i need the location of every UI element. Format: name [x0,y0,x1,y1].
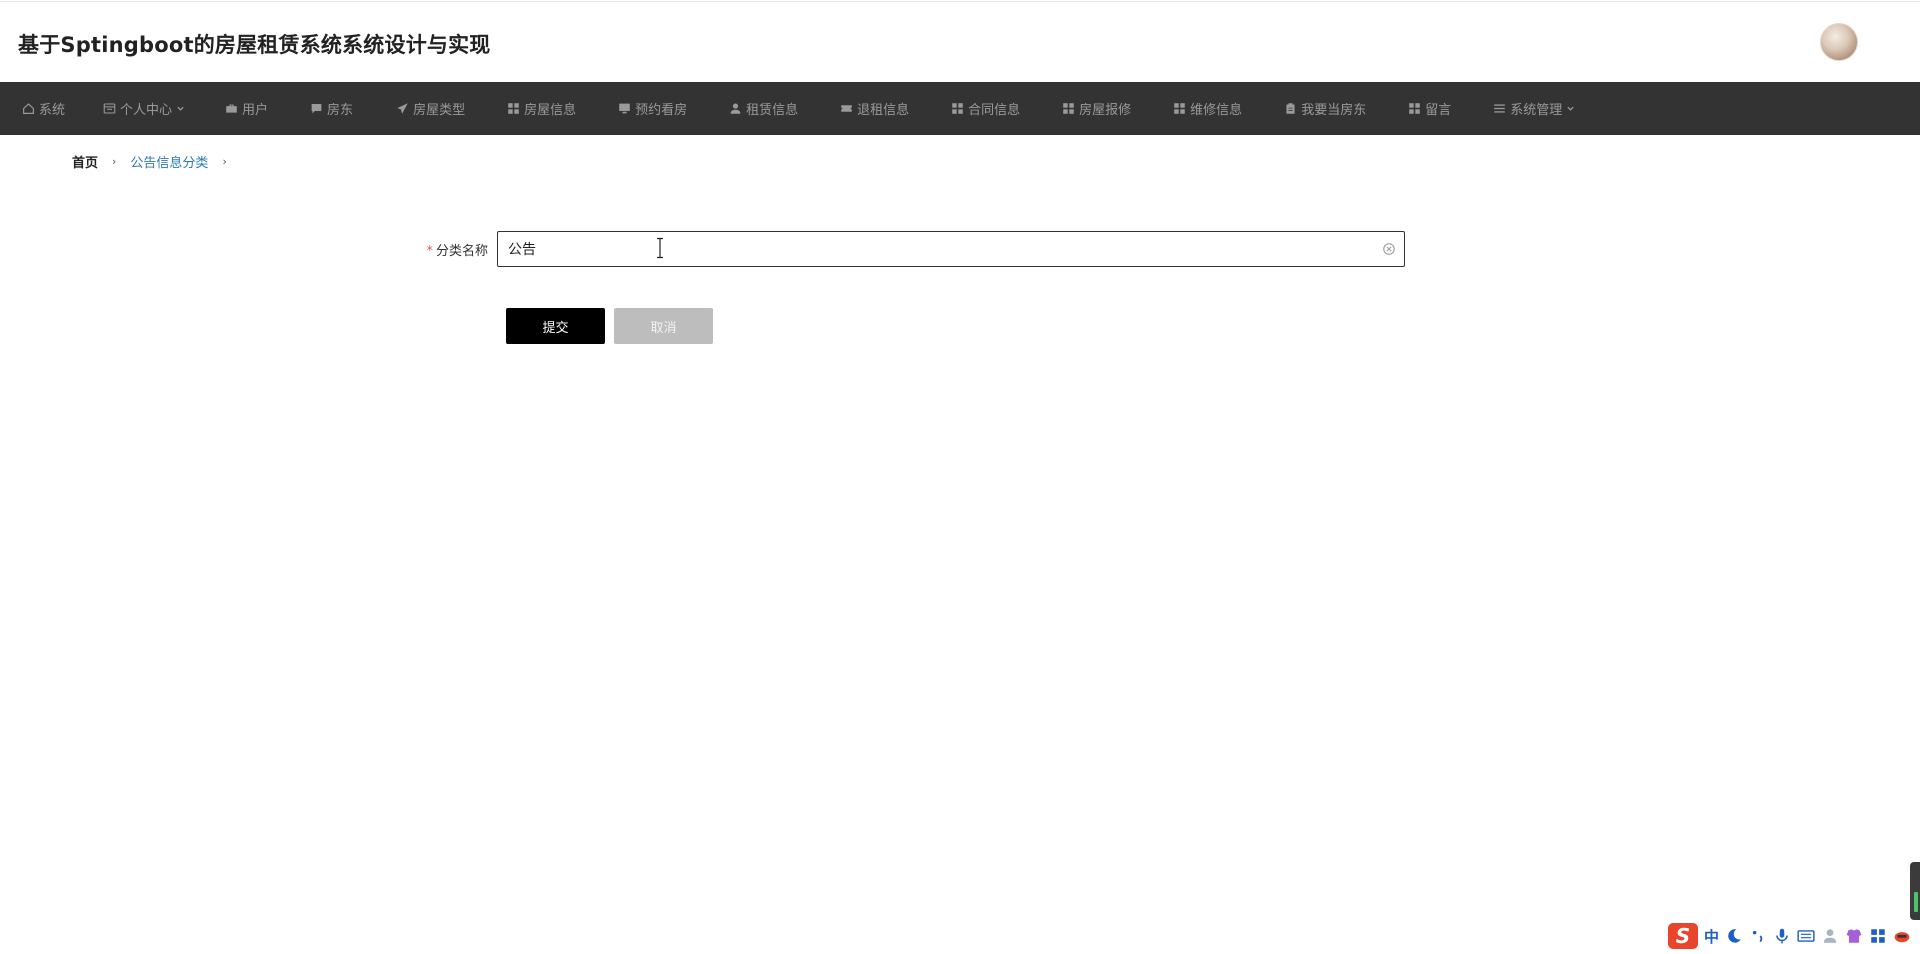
user-icon[interactable] [1821,927,1839,945]
nav-item-viewing-appointment[interactable]: 预约看房 [618,82,687,135]
sogou-logo-icon[interactable]: S [1668,923,1698,949]
breadcrumb-home[interactable]: 首页 [72,152,98,171]
nav-item-landlord[interactable]: 房东 [310,82,353,135]
cancel-button[interactable]: 取消 [614,308,713,344]
nav-item-label: 房屋类型 [413,103,466,118]
nav-item-label: 房屋信息 [524,103,577,118]
grid-icon [952,103,963,114]
grid-icon [1174,103,1185,114]
category-name-input[interactable] [498,232,1404,266]
category-name-label-text: 分类名称 [435,243,488,259]
nav-item-label: 系统 [39,103,66,118]
nav-item-label: 系统管理 [1510,103,1563,118]
ime-mode-toggle[interactable]: 中 [1704,926,1719,947]
microphone-icon[interactable] [1773,927,1791,945]
nav-item-become-landlord[interactable]: 我要当房东 [1284,82,1366,135]
nav-item-contract-info[interactable]: 合同信息 [951,82,1020,135]
nav-item-label: 维修信息 [1190,103,1243,118]
send-icon [397,103,408,114]
breadcrumb-current[interactable]: 公告信息分类 [130,152,208,171]
clear-icon[interactable] [1382,242,1396,256]
app-title: 基于Sptingboot的房屋租赁系统系统设计与实现 [18,33,491,57]
nav-item-system[interactable]: 系统 [22,82,65,135]
nav-item-users[interactable]: 用户 [225,82,268,135]
chat-icon [311,104,322,114]
app-header: 基于Sptingboot的房屋租赁系统系统设计与实现 [0,1,1920,81]
submit-button[interactable]: 提交 [506,308,605,344]
nav-item-house-info[interactable]: 房屋信息 [507,82,576,135]
category-name-label: * 分类名称 [420,240,497,259]
home-icon [23,103,34,114]
ticket-icon [841,105,852,112]
nav-item-repair-request[interactable]: 房屋报修 [1062,82,1131,135]
chevron-down-icon [1567,106,1574,111]
nav-item-house-type[interactable]: 房屋类型 [396,82,465,135]
nav-item-label: 房东 [327,103,354,118]
nav-item-label: 房屋报修 [1079,103,1132,118]
briefcase-icon [226,104,237,113]
nav-item-rental-info[interactable]: 租赁信息 [729,82,798,135]
nav-item-messages[interactable]: 留言 [1408,82,1451,135]
breadcrumb-separator: › [222,155,227,168]
moon-icon[interactable] [1725,927,1743,945]
chevron-down-icon [177,106,184,111]
nav-item-label: 预约看房 [635,103,688,118]
grid-icon [508,103,519,114]
nav-item-personal-center[interactable]: 个人中心 [103,82,185,135]
person-icon [730,103,741,114]
nav-item-label: 合同信息 [968,103,1021,118]
user-avatar[interactable] [1820,23,1858,61]
mascot-icon[interactable] [1893,927,1911,945]
nav-item-label: 个人中心 [120,103,173,118]
grid-icon [1409,103,1420,114]
ime-toolbar: S 中 [1668,922,1911,950]
category-name-input-wrap [497,231,1405,267]
main-navbar: 系统 个人中心 用户 房东 房屋类型 房屋信息 预约看房 租赁信息 退租信息 合… [0,82,1920,135]
clipboard-icon [1286,103,1295,114]
text-cursor-icon [657,237,663,259]
keyboard-icon[interactable] [1797,927,1815,945]
menu-icon [1494,104,1505,113]
nav-item-label: 用户 [242,103,269,118]
monitor-icon [619,103,630,114]
category-name-row: * 分类名称 [420,231,1405,267]
skin-icon[interactable] [1845,927,1863,945]
nav-item-label: 租赁信息 [746,103,799,118]
breadcrumb-separator: › [112,155,117,168]
nav-item-maintenance-info[interactable]: 维修信息 [1173,82,1242,135]
calendar-icon [103,103,116,114]
nav-item-move-out-info[interactable]: 退租信息 [840,82,909,135]
breadcrumb: 首页 › 公告信息分类 › [72,152,241,171]
nav-item-system-management[interactable]: 系统管理 [1493,82,1575,135]
punctuation-icon[interactable] [1749,927,1767,945]
toolbox-icon[interactable] [1869,927,1887,945]
side-floating-tab[interactable] [1910,862,1920,920]
nav-item-label: 我要当房东 [1301,103,1367,118]
grid-icon [1063,103,1074,114]
required-mark: * [426,243,433,259]
side-tab-indicator [1914,892,1918,912]
nav-item-label: 留言 [1425,103,1452,118]
nav-item-label: 退租信息 [857,103,910,118]
